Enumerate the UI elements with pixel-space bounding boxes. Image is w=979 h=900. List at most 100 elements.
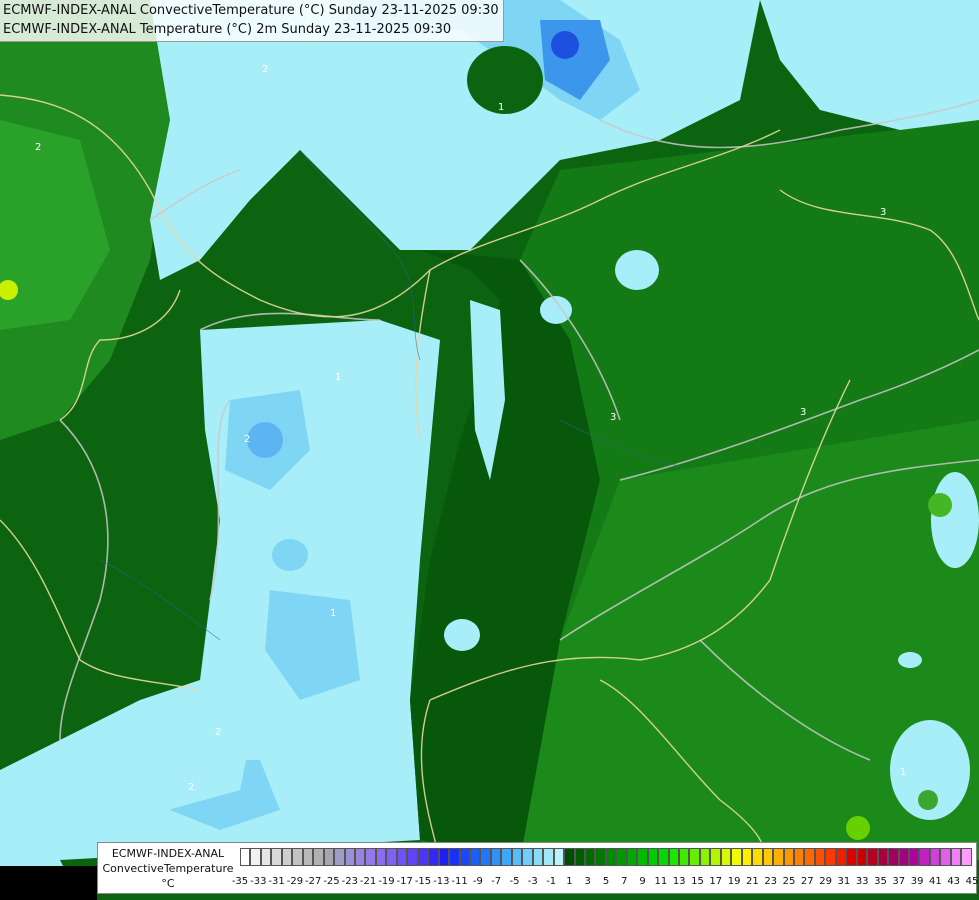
- legend-tick-label: 33: [855, 876, 869, 887]
- contour-label: 1: [335, 372, 341, 383]
- map-title-box: ECMWF-INDEX-ANAL ConvectiveTemperature (…: [0, 0, 504, 42]
- contour-label: 2: [35, 142, 41, 153]
- legend-swatch: [867, 848, 878, 866]
- legend-swatch: [365, 848, 376, 866]
- legend-swatch: [637, 848, 648, 866]
- legend-tick-label: 25: [782, 876, 796, 887]
- legend-swatch: [794, 848, 805, 866]
- legend-swatch: [919, 848, 930, 866]
- legend-tick-label: 1: [566, 876, 573, 887]
- legend-swatch: [804, 848, 815, 866]
- legend-tick-label: -13: [433, 876, 450, 887]
- legend-swatch: [961, 848, 972, 866]
- legend-ticks: -35 -33 -31 -29 -27 -25 -23 -21 -19 -17 -15 -13 -11-…: [232, 876, 979, 890]
- legend-tick-label: -7: [491, 876, 502, 887]
- legend-swatch: [856, 848, 868, 866]
- legend-tick-label: 9: [639, 876, 646, 887]
- legend-swatch: [438, 848, 450, 866]
- contour-label: 1: [330, 608, 336, 619]
- legend-swatch: [605, 848, 617, 866]
- legend-tick-label: -27: [305, 876, 322, 887]
- legend-label: ECMWF-INDEX-ANAL ConvectiveTemperature °…: [100, 846, 236, 891]
- legend-tick-label: 11: [654, 876, 668, 887]
- legend-tick-label: -11: [451, 876, 468, 887]
- legend-tick-label: -5: [509, 876, 520, 887]
- legend-tick-label: 17: [709, 876, 723, 887]
- legend-swatch: [543, 848, 554, 866]
- contour-label: 1: [900, 767, 906, 778]
- legend-tick-label: 39: [910, 876, 924, 887]
- legend-swatch: [354, 848, 366, 866]
- legend-swatch: [250, 848, 261, 866]
- legend-swatch: [710, 848, 721, 866]
- legend-swatch: [386, 848, 397, 866]
- legend-tick-label: -31: [268, 876, 285, 887]
- legend-tick-label: -17: [396, 876, 413, 887]
- legend-tick-label: -19: [378, 876, 395, 887]
- legend-swatch: [814, 848, 826, 866]
- legend-swatch: [731, 848, 742, 866]
- legend-tick-label: 3: [584, 876, 591, 887]
- legend-tick-label: -25: [323, 876, 340, 887]
- legend-swatch: [449, 848, 460, 866]
- legend-tick-label: -33: [250, 876, 267, 887]
- legend-swatch: [522, 848, 533, 866]
- legend-tick-label: -35: [231, 876, 249, 887]
- legend-swatch: [595, 848, 606, 866]
- legend-tick-label: 5: [602, 876, 610, 887]
- legend-tick-label: 27: [800, 876, 814, 887]
- legend-swatch: [689, 848, 700, 866]
- legend-swatch: [898, 848, 909, 866]
- legend-swatch: [271, 848, 282, 866]
- contour-label: 1: [498, 102, 504, 113]
- legend-tick-label: 37: [892, 876, 906, 887]
- legend-swatch: [469, 848, 481, 866]
- legend-swatch: [940, 848, 951, 866]
- legend-swatch: [501, 848, 512, 866]
- legend-swatch: [647, 848, 659, 866]
- legend-tick-label: -21: [359, 876, 377, 887]
- corner-strip: [0, 866, 97, 900]
- legend-swatch: [240, 848, 251, 866]
- title-line-convective: ECMWF-INDEX-ANAL ConvectiveTemperature (…: [3, 3, 499, 18]
- legend-tick-label: 43: [947, 876, 961, 887]
- legend-model: ECMWF-INDEX-ANAL: [111, 847, 225, 860]
- legend-swatch: [313, 848, 324, 866]
- legend-swatch: [752, 848, 763, 866]
- weather-map: 2 1 3 2 1 2 3 1 2 3 1 2: [0, 0, 979, 900]
- legend-swatch: [626, 848, 638, 866]
- legend-swatch: [929, 848, 941, 866]
- contour-label: 2: [188, 782, 194, 793]
- contour-label: 3: [800, 407, 806, 418]
- legend-swatch: [658, 848, 669, 866]
- legend-tick-label: 13: [672, 876, 686, 887]
- contour-label: 3: [610, 412, 616, 423]
- legend-swatch: [396, 848, 408, 866]
- legend-swatch: [877, 848, 889, 866]
- title-line-temperature: ECMWF-INDEX-ANAL Temperature (°C) 2m Sun…: [3, 22, 452, 37]
- contour-label: 2: [215, 727, 221, 738]
- legend-swatch: [888, 848, 899, 866]
- legend-tick-label: -15: [414, 876, 432, 887]
- legend-tick-label: 7: [621, 876, 628, 887]
- contour-label: 2: [262, 64, 268, 75]
- legend-swatch: [480, 848, 491, 866]
- legend-tick-label: -9: [472, 876, 483, 887]
- legend-swatch: [564, 848, 575, 866]
- legend-swatch: [281, 848, 293, 866]
- legend-swatch: [428, 848, 439, 866]
- legend-swatch: [783, 848, 795, 866]
- legend-swatch: [511, 848, 523, 866]
- contour-label: 2: [244, 434, 250, 445]
- legend-tick-label: 15: [691, 876, 704, 887]
- legend-swatch: [835, 848, 847, 866]
- legend-swatch: [720, 848, 732, 866]
- legend-swatch: [741, 848, 753, 866]
- legend-tick-label: -23: [341, 876, 358, 887]
- contour-label: 3: [880, 207, 886, 218]
- legend-parameter: ConvectiveTemperature: [102, 862, 234, 875]
- legend-swatch: [344, 848, 355, 866]
- legend-swatch: [668, 848, 680, 866]
- legend-swatch: [459, 848, 470, 866]
- legend-swatch: [553, 848, 565, 866]
